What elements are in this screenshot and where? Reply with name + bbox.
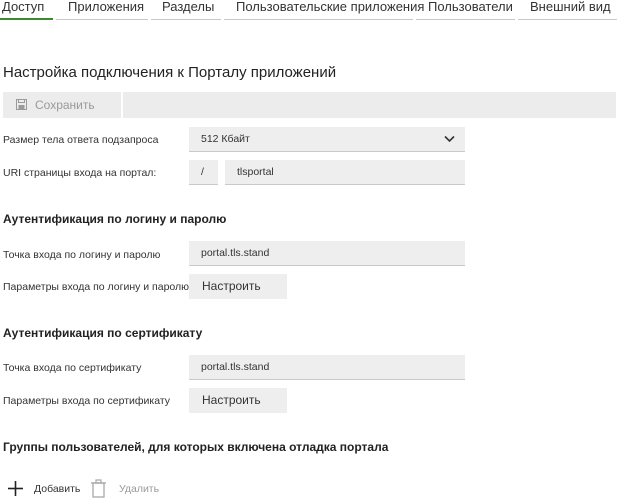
page-title: Настройка подключения к Порталу приложен… <box>3 64 337 81</box>
cert-configure-button[interactable]: Настроить <box>189 388 287 413</box>
floppy-disk-icon <box>16 99 27 110</box>
cert-configure-label: Настроить <box>202 393 261 407</box>
cert-entry-label: Точка входа по сертификату <box>3 362 142 374</box>
login-auth-heading: Аутентификация по логину и паролю <box>3 212 227 226</box>
tab-custom-applications-label: Пользовательские приложения <box>236 0 425 14</box>
tab-bar: Доступ Приложения Разделы Пользовательск… <box>0 0 617 22</box>
delete-group-label: Удалить <box>119 483 160 495</box>
tab-users[interactable]: Пользователи <box>416 0 515 20</box>
login-entry-label: Точка входа по логину и паролю <box>3 249 161 261</box>
cert-auth-heading: Аутентификация по сертификату <box>3 326 203 340</box>
tab-custom-applications-underline <box>224 19 413 20</box>
plus-icon <box>8 481 23 496</box>
login-entry-value: portal.tls.stand <box>201 247 270 259</box>
response-size-select[interactable]: 512 Кбайт <box>189 127 465 152</box>
portal-uri-prefix-value: / <box>201 166 204 178</box>
tab-users-underline <box>416 19 515 20</box>
tab-access-underline <box>0 18 53 20</box>
tab-access-label: Доступ <box>2 0 45 14</box>
portal-uri-input[interactable]: tlsportal <box>225 160 465 185</box>
save-button[interactable]: Сохранить <box>3 92 121 118</box>
portal-uri-label: URI страницы входа на портал: <box>3 167 157 179</box>
login-params-label: Параметры входа по логину и паролю <box>3 281 190 293</box>
tab-applications[interactable]: Приложения <box>56 0 148 20</box>
debug-groups-heading: Группы пользователей, для которых включе… <box>3 440 389 454</box>
toolbar: Сохранить <box>3 92 616 118</box>
chevron-down-icon <box>444 135 455 143</box>
tab-sections-label: Разделы <box>162 0 215 14</box>
add-group-button[interactable]: Добавить <box>7 479 83 499</box>
login-configure-button[interactable]: Настроить <box>189 274 287 299</box>
save-button-label: Сохранить <box>35 98 95 112</box>
login-configure-label: Настроить <box>202 279 261 293</box>
portal-uri-prefix: / <box>189 160 218 185</box>
tab-appearance[interactable]: Внешний вид <box>518 0 617 20</box>
response-size-value: 512 Кбайт <box>201 133 250 145</box>
tab-sections-underline <box>151 19 221 20</box>
tab-appearance-underline <box>518 19 617 20</box>
response-size-label: Размер тела ответа подзапроса <box>3 134 159 146</box>
delete-group-button[interactable]: Удалить <box>90 479 160 499</box>
tab-users-label: Пользователи <box>428 0 513 14</box>
trash-icon <box>91 479 106 498</box>
tab-custom-applications[interactable]: Пользовательские приложения <box>224 0 424 20</box>
portal-uri-value: tlsportal <box>237 166 274 178</box>
cert-entry-value: portal.tls.stand <box>201 361 270 373</box>
cert-params-label: Параметры входа по сертификату <box>3 395 171 407</box>
tab-appearance-label: Внешний вид <box>530 0 611 14</box>
add-group-label: Добавить <box>34 483 81 495</box>
cert-entry-input[interactable]: portal.tls.stand <box>189 355 465 380</box>
tab-applications-label: Приложения <box>68 0 145 14</box>
tab-applications-underline <box>56 19 148 20</box>
tab-access[interactable]: Доступ <box>0 0 53 20</box>
login-entry-input[interactable]: portal.tls.stand <box>189 241 465 266</box>
toolbar-divider <box>121 92 123 118</box>
tab-sections[interactable]: Разделы <box>151 0 221 20</box>
